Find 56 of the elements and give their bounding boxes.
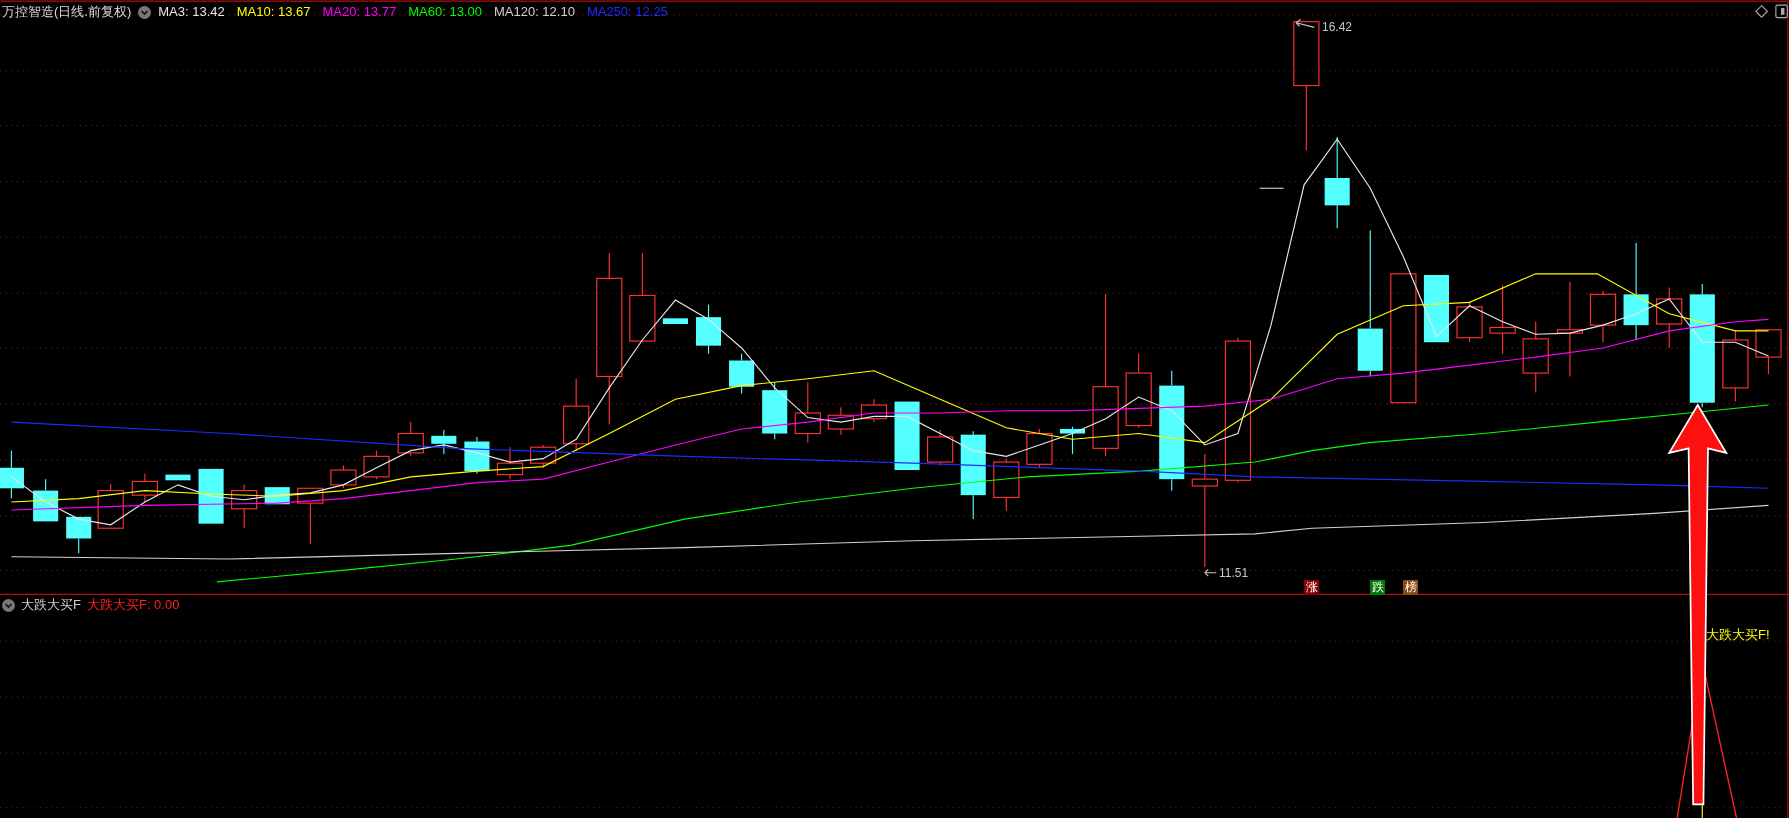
candlestick [860,398,888,423]
candlestick [1755,329,1782,375]
candlestick [1026,428,1053,469]
candlestick [297,487,324,545]
candlestick [696,304,722,355]
candlestick [33,478,59,522]
pointer-arrow-icon [1204,568,1217,577]
candlestick [1656,286,1683,349]
tag-badge[interactable]: 跌 [1370,580,1385,595]
candlestick [464,436,490,475]
candlestick [894,401,920,471]
high-price-label: 16.42 [1322,20,1353,34]
candlestick [662,317,688,325]
candlestick [1423,274,1449,343]
moving-average-label: MA250: 12.25 [586,3,668,21]
candlestick [0,450,24,500]
signal-label: 大跌大买F! [1706,627,1770,643]
tag-badge[interactable]: 涨 [1304,580,1319,595]
candlestick [97,483,124,529]
moving-average-label: MA20: 13.77 [322,3,397,21]
moving-average-label: MA120: 12.10 [493,3,575,21]
candlestick [231,484,258,529]
candlestick [927,429,954,467]
candlestick [66,516,92,554]
candlestick [762,381,788,440]
chart-title: 万控智造(日线.前复权) [2,3,132,21]
tag-badge[interactable]: 榜 [1403,580,1418,595]
moving-average-label: MA3: 13.42 [158,3,225,21]
candlestick [397,421,424,457]
indicator-value: 大跌大买F: 0.00 [86,596,180,614]
candlestick [131,472,158,503]
candlestick [330,464,357,489]
candlestick [198,468,224,525]
candlestick [993,458,1020,512]
candlestick [1589,290,1617,343]
candlestick [729,353,755,395]
candlestick [496,446,524,480]
candlestick [1489,284,1516,355]
candlestick [363,450,390,480]
candlestick [827,406,854,436]
candlestick [794,381,821,444]
moving-average-label: MA60: 13.00 [408,3,482,21]
diamond-icon[interactable] [1755,4,1769,18]
dropdown-icon[interactable] [138,5,152,19]
candlestick [431,429,457,455]
price-marker-line [1259,187,1285,189]
moving-average-label: MA10: 13.67 [236,3,311,21]
candlestick [529,444,557,469]
indicator-name: 大跌大买F [21,596,81,614]
pointer-arrow-icon [1295,18,1315,28]
candlestick [1059,426,1086,455]
candlestick [165,474,191,481]
dropdown-icon[interactable] [2,598,15,612]
low-price-label: 11.51 [1219,566,1249,580]
panel-toggle-icon[interactable] [1775,4,1788,19]
candlestick [1456,300,1483,343]
